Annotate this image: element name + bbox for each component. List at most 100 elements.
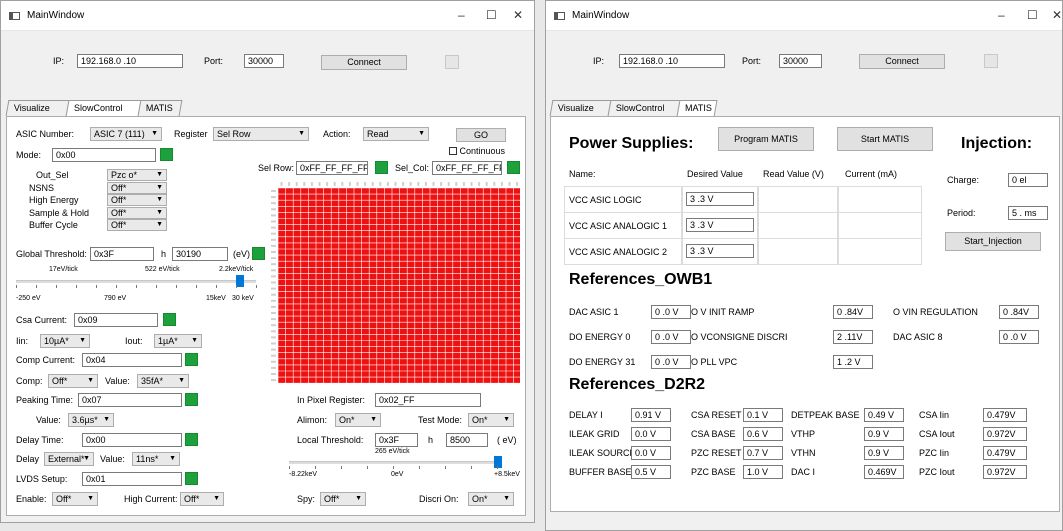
d2r2-value-input[interactable]: 0.9 V: [864, 427, 904, 441]
gt-slider-thumb[interactable]: [236, 275, 245, 287]
go-button[interactable]: GO: [456, 128, 506, 142]
d2r2-value-input[interactable]: 0.1 V: [743, 408, 783, 422]
asic-select[interactable]: ASIC 7 (111) ▼: [90, 127, 162, 141]
lvds-input[interactable]: 0x01: [82, 472, 182, 486]
desired-value-input[interactable]: 3 .3 V: [686, 244, 754, 258]
d2r2-value-input[interactable]: 0.49 V: [864, 408, 904, 422]
register-select[interactable]: Sel Row ▼: [213, 127, 309, 141]
delay-select[interactable]: External* ▼: [44, 452, 94, 466]
action-select[interactable]: Read ▼: [363, 127, 429, 141]
port-input[interactable]: 30000: [244, 54, 284, 68]
gt-dec-input[interactable]: 30190: [172, 247, 228, 261]
tab-matis[interactable]: MATIS: [137, 100, 183, 116]
d2r2-value-input[interactable]: 0.972V: [983, 427, 1027, 441]
lt-slider-thumb[interactable]: [494, 456, 502, 468]
peaking-input[interactable]: 0x07: [78, 393, 182, 407]
tab-visualize[interactable]: Visualize: [5, 100, 70, 116]
start-matis-button[interactable]: Start MATIS: [837, 127, 933, 151]
continuous-checkbox[interactable]: Continuous: [449, 146, 505, 156]
connect-button[interactable]: Connect: [321, 55, 407, 70]
owb1-value-input[interactable]: 0 .0 V: [651, 305, 691, 319]
owb1-value-input[interactable]: 0 .0 V: [999, 330, 1039, 344]
owb1-value-input[interactable]: 0 .0 V: [651, 355, 691, 369]
tab-matis[interactable]: MATIS: [676, 100, 718, 117]
comp-current-input[interactable]: 0x04: [82, 353, 182, 367]
comp-select[interactable]: Off* ▼: [48, 374, 98, 388]
d2r2-label: CSA BASE: [691, 429, 736, 439]
desired-value-input[interactable]: 3 .3 V: [686, 192, 754, 206]
in-pixel-input[interactable]: 0x02_FF: [375, 393, 481, 407]
d2r2-value-input[interactable]: 0.479V: [983, 408, 1027, 422]
mode-option-select[interactable]: Pzc o* ▼: [107, 169, 167, 181]
gt-hex-input[interactable]: 0x3F: [90, 247, 154, 261]
port-input[interactable]: 30000: [779, 54, 822, 68]
d2r2-value-input[interactable]: 0.469V: [864, 465, 904, 479]
d2r2-value-input[interactable]: 0.7 V: [743, 446, 783, 460]
iin-select[interactable]: 10µA* ▼: [40, 334, 90, 348]
tab-visualize[interactable]: Visualize: [549, 100, 612, 116]
lt-slider[interactable]: [289, 461, 499, 464]
tab-slowcontrol[interactable]: SlowControl: [65, 100, 142, 117]
mode-input[interactable]: 0x00: [52, 148, 156, 162]
d2r2-value-input[interactable]: 0.9 V: [864, 446, 904, 460]
period-input[interactable]: 5 . ms: [1008, 206, 1048, 220]
owb1-value-input[interactable]: 0 .84V: [833, 305, 873, 319]
d2r2-value-input[interactable]: 0.5 V: [631, 465, 671, 479]
close-button[interactable]: ✕: [513, 8, 523, 22]
peak-value-select[interactable]: 3.6µs* ▼: [68, 413, 114, 427]
discri-select[interactable]: On* ▼: [468, 492, 514, 506]
test-mode-select[interactable]: On* ▼: [468, 413, 514, 427]
d2r2-value-input[interactable]: 0.972V: [983, 465, 1027, 479]
delay-value-select[interactable]: 11ns* ▼: [132, 452, 180, 466]
desired-value-input[interactable]: 3 .3 V: [686, 218, 754, 232]
d2r2-value-input[interactable]: 0.0 V: [631, 427, 671, 441]
charge-input[interactable]: 0 el: [1008, 173, 1048, 187]
csa-input[interactable]: 0x09: [74, 313, 158, 327]
owb1-value-input[interactable]: 2 .11V: [833, 330, 873, 344]
mode-option-select[interactable]: Off* ▼: [107, 206, 167, 219]
spy-label: Spy:: [297, 494, 316, 504]
sel-col-input[interactable]: 0xFF_FF_FF_FF: [432, 161, 502, 175]
program-matis-button[interactable]: Program MATIS: [718, 127, 814, 151]
references-d2r2-title: References_D2R2: [569, 376, 706, 393]
minimize-button[interactable]: –: [998, 8, 1005, 22]
d2r2-value-input[interactable]: 0.0 V: [631, 446, 671, 460]
lt-hex-input[interactable]: 0x3F: [375, 433, 418, 447]
ip-input[interactable]: 192.168.0 .10: [77, 54, 183, 68]
lt-dec-input[interactable]: 8500: [446, 433, 488, 447]
owb1-value-input[interactable]: 0 .84V: [999, 305, 1039, 319]
start-injection-button[interactable]: Start_Injection: [945, 232, 1041, 251]
title-bar[interactable]: MainWindow – ☐ ✕: [1, 1, 534, 31]
iout-select[interactable]: 1µA* ▼: [154, 334, 202, 348]
mode-option-select[interactable]: Off* ▼: [107, 194, 167, 206]
mode-option-label: Buffer Cycle: [29, 220, 78, 230]
owb1-label: DO ENERGY 0: [569, 332, 631, 342]
connect-button[interactable]: Connect: [859, 54, 945, 69]
ip-input[interactable]: 192.168.0 .10: [619, 54, 725, 68]
delay-time-input[interactable]: 0x00: [82, 433, 182, 447]
column-header-mark: [447, 182, 450, 186]
d2r2-value-input[interactable]: 1.0 V: [743, 465, 783, 479]
mode-option-select[interactable]: Off* ▼: [107, 181, 167, 194]
d2r2-value-input[interactable]: 0.6 V: [743, 427, 783, 441]
title-bar[interactable]: MainWindow – ☐ ✕: [546, 1, 1062, 31]
sel-row-input[interactable]: 0xFF_FF_FF_FF: [296, 161, 368, 175]
alimon-select[interactable]: On* ▼: [335, 413, 381, 427]
enable-select[interactable]: Off* ▼: [52, 492, 98, 506]
comp-value-select[interactable]: 35fA* ▼: [137, 374, 189, 388]
high-current-select[interactable]: Off* ▼: [180, 492, 224, 506]
mode-option-select[interactable]: Off* ▼: [107, 219, 167, 231]
close-button[interactable]: ✕: [1052, 8, 1062, 22]
d2r2-value-input[interactable]: 0.479V: [983, 446, 1027, 460]
maximize-button[interactable]: ☐: [486, 8, 497, 22]
pixel-matrix[interactable]: [270, 180, 520, 385]
spy-select[interactable]: Off* ▼: [320, 492, 366, 506]
column-header-mark: [500, 182, 503, 186]
owb1-value-input[interactable]: 0 .0 V: [651, 330, 691, 344]
gt-slider[interactable]: [16, 280, 256, 283]
tab-slowcontrol[interactable]: SlowControl: [607, 100, 681, 116]
owb1-value-input[interactable]: 1 .2 V: [833, 355, 873, 369]
d2r2-value-input[interactable]: 0.91 V: [631, 408, 671, 422]
minimize-button[interactable]: –: [458, 8, 465, 22]
maximize-button[interactable]: ☐: [1027, 8, 1038, 22]
